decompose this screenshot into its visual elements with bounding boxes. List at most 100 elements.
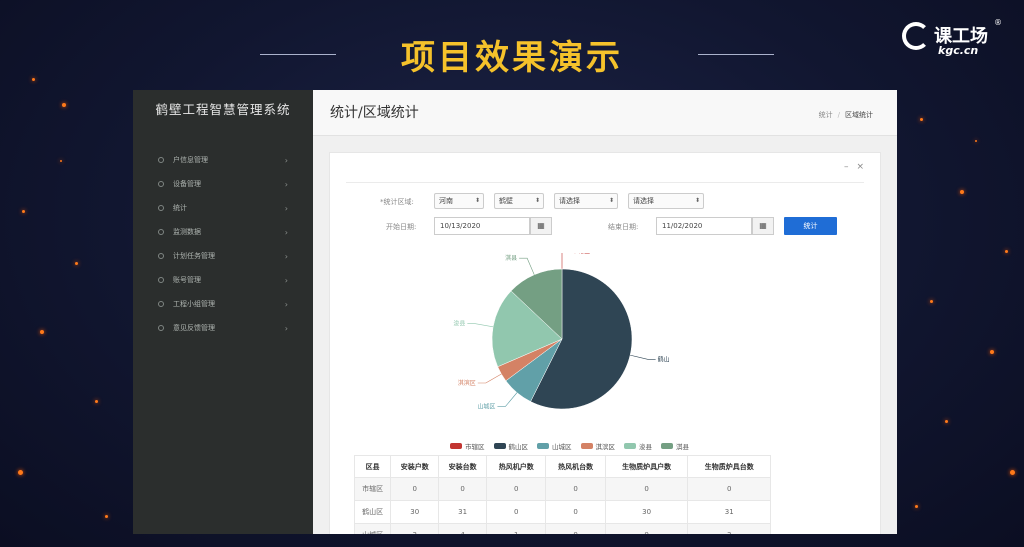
minimize-icon[interactable]: – <box>844 162 849 172</box>
bullet-icon <box>158 325 164 331</box>
end-date-label: 结束日期: <box>608 223 639 231</box>
column-header: 热风机户数 <box>486 455 547 478</box>
statistics-submit-button[interactable]: 统计 <box>784 217 837 235</box>
town-value: 请选择 <box>633 197 654 205</box>
legend-label: 淇县 <box>676 443 689 451</box>
sidebar-item-label: 意见反馈管理 <box>173 324 215 332</box>
pie-label: 浚县 <box>453 320 465 328</box>
start-calendar-icon[interactable]: ▦ <box>530 217 552 235</box>
legend-item[interactable]: 淇滨区 <box>580 441 616 451</box>
legend-item[interactable]: 山城区 <box>537 441 572 451</box>
bullet-icon <box>158 157 164 163</box>
title-line-right <box>698 54 774 55</box>
table-cell: 31 <box>438 500 488 524</box>
legend-item[interactable]: 淇县 <box>661 441 689 451</box>
pie-label-line <box>497 392 518 407</box>
sidebar-item-household[interactable]: 户信息管理 › <box>133 148 313 172</box>
bullet-icon <box>158 277 164 283</box>
start-date-label: 开始日期: <box>386 223 417 231</box>
close-icon[interactable]: × <box>856 162 864 172</box>
sidebar-item-device[interactable]: 设备管理 › <box>133 172 313 196</box>
sidebar-item-teams[interactable]: 工程小组管理 › <box>133 292 313 316</box>
province-value: 河南 <box>439 197 453 205</box>
table-cell: 31 <box>687 500 771 524</box>
legend-label: 淇滨区 <box>595 443 616 451</box>
chevron-right-icon: › <box>284 251 288 261</box>
column-header: 生物质炉具台数 <box>687 455 771 478</box>
table-cell: 0 <box>545 500 606 524</box>
end-date-input[interactable]: 11/02/2020 <box>656 217 752 235</box>
table-cell: 0 <box>604 477 689 501</box>
sidebar-item-label: 工程小组管理 <box>173 300 215 308</box>
sidebar-item-monitoring[interactable]: 监测数据 › <box>133 220 313 244</box>
sidebar-item-statistics[interactable]: 统计 › <box>133 196 313 220</box>
legend-swatch <box>450 443 462 449</box>
legend-label: 山城区 <box>552 443 572 451</box>
legend-item[interactable]: 鹤山区 <box>493 441 529 451</box>
legend-label: 浚县 <box>639 443 652 451</box>
table-cell: 0 <box>545 523 606 534</box>
legend-item[interactable]: 市辖区 <box>450 441 485 451</box>
chevron-right-icon: › <box>284 155 288 165</box>
table-cell: 0 <box>604 523 689 534</box>
panel-tools: – × <box>836 162 864 172</box>
legend-item[interactable]: 浚县 <box>624 441 652 451</box>
sidebar: 鹤壁工程智慧管理系统 户信息管理 › 设备管理 › 统计 › 监测数据 › 计划任务管理… <box>133 90 313 534</box>
chevron-right-icon: › <box>284 275 288 285</box>
table-cell: 山城区 <box>353 523 392 534</box>
pie-label: 淇滨区 <box>458 379 476 387</box>
table-cell: 0 <box>687 477 771 501</box>
sidebar-item-accounts[interactable]: 账号管理 › <box>133 268 313 292</box>
pie-label-line <box>467 323 494 328</box>
table-cell: 0 <box>438 477 488 501</box>
logo-registered-mark: ® <box>994 18 1002 27</box>
brand-logo: 课工场 kgc.cn ® <box>902 16 1002 62</box>
region-label: *统计区域: <box>380 198 414 206</box>
logo-domain: kgc.cn <box>938 44 979 57</box>
stats-panel: – × *统计区域: 河南 ⬍ 鹤壁 ⬍ 请选择 ⬍ 请选择 ⬍ 开始日期: 10/13/… <box>329 152 881 534</box>
end-calendar-icon[interactable]: ▦ <box>752 217 774 235</box>
district-value: 请选择 <box>559 197 580 205</box>
legend-swatch <box>537 443 549 449</box>
chevron-right-icon: › <box>284 299 288 309</box>
table-cell: 0 <box>390 477 440 501</box>
chevron-right-icon: › <box>284 227 288 237</box>
sidebar-item-tasks[interactable]: 计划任务管理 › <box>133 244 313 268</box>
legend-label: 鹤山区 <box>508 443 529 451</box>
chart-legend: 市辖区 鹤山区 山城区 淇滨区 浚县 淇县 <box>450 441 689 451</box>
bullet-icon <box>158 205 164 211</box>
town-select[interactable]: 请选择 ⬍ <box>628 193 704 209</box>
city-select[interactable]: 鹤壁 ⬍ <box>494 193 544 209</box>
legend-swatch <box>661 443 673 449</box>
system-name: 鹤壁工程智慧管理系统 <box>155 102 291 117</box>
chevron-right-icon: › <box>284 323 288 333</box>
sidebar-item-label: 计划任务管理 <box>173 252 215 260</box>
legend-label: 市辖区 <box>465 443 485 451</box>
city-value: 鹤壁 <box>499 197 513 205</box>
sidebar-item-feedback[interactable]: 意见反馈管理 › <box>133 316 313 340</box>
page-title: 统计/区域统计 <box>330 105 419 121</box>
chevron-right-icon: › <box>284 203 288 213</box>
column-header: 安装台数 <box>438 455 488 478</box>
breadcrumb-statistics[interactable]: 统计 <box>819 111 833 119</box>
column-header: 区县 <box>353 455 392 478</box>
bullet-icon <box>158 229 164 235</box>
district-select[interactable]: 请选择 ⬍ <box>554 193 618 209</box>
start-date-input[interactable]: 10/13/2020 <box>434 217 530 235</box>
column-header: 生物质炉具户数 <box>604 455 689 478</box>
legend-swatch <box>580 443 593 449</box>
column-header: 热风机台数 <box>545 455 606 478</box>
pie-label: 鹤山区 <box>658 355 670 363</box>
pie-label: 山城区 <box>477 402 495 410</box>
district-stats-table: 区县 安装户数 安装台数 热风机户数 热风机台数 生物质炉具户数 生物质炉具台数… <box>353 455 771 534</box>
updown-arrow-icon: ⬍ <box>694 197 700 204</box>
breadcrumb: 统计 / 区域统计 <box>819 110 873 120</box>
page-header: 统计/区域统计 统计 / 区域统计 <box>313 90 897 136</box>
province-select[interactable]: 河南 ⬍ <box>434 193 484 209</box>
table-cell: 0 <box>545 477 606 501</box>
table-cell: 3 <box>390 523 440 534</box>
sidebar-nav: 户信息管理 › 设备管理 › 统计 › 监测数据 › 计划任务管理 › 账号管理 › 工程小… <box>133 148 313 340</box>
table-cell: 30 <box>604 500 689 524</box>
table-row: 市辖区 0 0 0 0 0 0 <box>353 477 771 501</box>
table-cell: 4 <box>438 523 488 534</box>
